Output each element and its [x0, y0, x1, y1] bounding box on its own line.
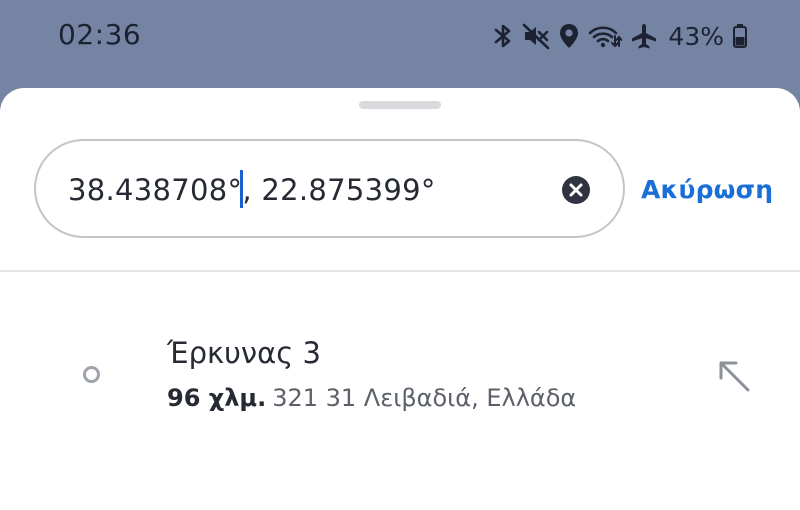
result-subtitle: 96 χλμ. 321 31 Λειβαδιά, Ελλάδα: [167, 384, 576, 412]
result-address: 321 31 Λειβαδιά, Ελλάδα: [272, 384, 577, 412]
result-title: Έρκυνας 3: [167, 336, 321, 370]
location-icon: [560, 24, 579, 48]
close-circle-icon[interactable]: [561, 175, 591, 205]
battery-icon: [733, 24, 747, 48]
north-west-arrow-icon[interactable]: [716, 358, 752, 394]
cancel-button[interactable]: Ακύρωση: [641, 175, 773, 204]
status-time: 02:36: [58, 18, 142, 51]
place-dot-icon: [83, 366, 100, 383]
search-input[interactable]: 38.438708°, 22.875399°: [34, 139, 625, 238]
divider: [0, 270, 800, 272]
status-bar: 02:36 43%: [0, 0, 800, 80]
search-value-before-caret: 38.438708°: [68, 173, 243, 207]
drag-handle[interactable]: [359, 101, 441, 109]
search-value-after-caret: , 22.875399°: [242, 173, 436, 207]
result-distance: 96 χλμ.: [167, 384, 267, 412]
battery-percent: 43%: [668, 21, 724, 51]
list-item[interactable]: Έρκυνας 3 96 χλμ. 321 31 Λειβαδιά, Ελλάδα: [0, 324, 800, 434]
search-sheet: 38.438708°, 22.875399° Ακύρωση Έρκυνας 3…: [0, 88, 800, 510]
status-icons: 43%: [492, 20, 748, 52]
search-input-value[interactable]: 38.438708°, 22.875399°: [68, 170, 436, 208]
mute-icon: [523, 23, 550, 50]
wifi-icon: [589, 26, 623, 48]
airplane-icon: [632, 24, 657, 49]
bluetooth-icon: [495, 24, 511, 48]
